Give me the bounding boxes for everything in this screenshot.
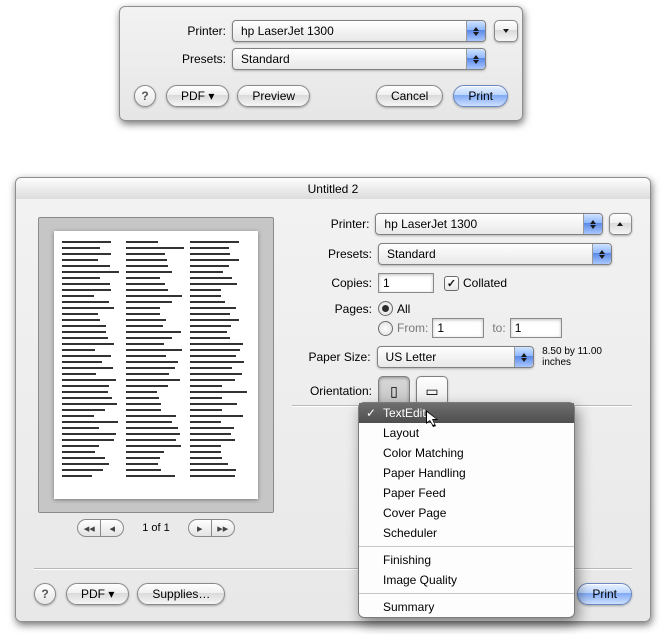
- chevron-down-icon: [503, 29, 509, 33]
- pager-first[interactable]: ◂◂: [77, 519, 101, 537]
- options-menu[interactable]: TextEdit Layout Color Matching Paper Han…: [358, 402, 575, 618]
- orientation-label: Orientation:: [292, 384, 378, 398]
- menu-item-color-matching[interactable]: Color Matching: [359, 443, 574, 463]
- pages-all-radio[interactable]: [378, 301, 393, 316]
- paper-size-value: US Letter: [386, 350, 437, 364]
- collated-checkbox[interactable]: ✓: [444, 276, 459, 291]
- printer-popup[interactable]: hp LaserJet 1300: [232, 20, 486, 42]
- popup-stepper-icon: [466, 49, 485, 69]
- pdf-button[interactable]: PDF ▾: [66, 583, 129, 605]
- presets-value: Standard: [387, 247, 436, 261]
- expand-button[interactable]: [494, 20, 518, 42]
- help-button[interactable]: ?: [34, 583, 56, 605]
- to-field[interactable]: [510, 318, 562, 338]
- popup-stepper-icon: [583, 214, 602, 234]
- presets-value: Standard: [241, 52, 290, 66]
- supplies-button[interactable]: Supplies…: [137, 583, 225, 605]
- preview-button[interactable]: Preview: [237, 85, 310, 107]
- print-button[interactable]: Print: [577, 583, 632, 605]
- pager-status: 1 of 1: [142, 522, 170, 534]
- copies-field[interactable]: [378, 273, 434, 293]
- menu-item-paper-handling[interactable]: Paper Handling: [359, 463, 574, 483]
- copies-label: Copies:: [292, 276, 378, 290]
- pages-all-label: All: [397, 302, 410, 316]
- from-field[interactable]: [432, 318, 484, 338]
- person-landscape-icon: ▭: [425, 383, 438, 400]
- print-button[interactable]: Print: [453, 85, 508, 107]
- help-button[interactable]: ?: [134, 85, 156, 107]
- popup-stepper-icon: [514, 347, 533, 367]
- pager-prev[interactable]: ◂: [101, 519, 124, 537]
- menu-item-finishing[interactable]: Finishing: [359, 550, 574, 570]
- pages-label: Pages:: [292, 302, 378, 316]
- from-label: From:: [397, 321, 428, 335]
- page-preview: [38, 217, 274, 513]
- menu-item-layout[interactable]: Layout: [359, 423, 574, 443]
- to-label: to:: [492, 321, 505, 335]
- menu-item-summary[interactable]: Summary: [359, 597, 574, 617]
- presets-label: Presets:: [292, 247, 378, 261]
- pages-range-radio[interactable]: [378, 321, 393, 336]
- pager-next[interactable]: ▸: [188, 519, 212, 537]
- popup-stepper-icon: [592, 244, 611, 264]
- printer-label: Printer:: [120, 24, 232, 38]
- presets-popup[interactable]: Standard: [232, 48, 486, 70]
- collated-label: Collated: [463, 276, 507, 290]
- menu-item-scheduler[interactable]: Scheduler: [359, 523, 574, 543]
- window-titlebar[interactable]: Untitled 2: [16, 178, 650, 200]
- presets-popup[interactable]: Standard: [378, 243, 612, 265]
- collapse-button[interactable]: [609, 213, 632, 235]
- person-portrait-icon: ▯: [390, 383, 398, 400]
- menu-separator: [359, 546, 574, 547]
- pdf-button[interactable]: PDF ▾: [166, 85, 229, 107]
- presets-label: Presets:: [120, 52, 232, 66]
- paper-size-label: Paper Size:: [292, 350, 377, 364]
- popup-stepper-icon: [466, 21, 485, 41]
- cancel-button[interactable]: Cancel: [376, 85, 443, 107]
- menu-item-paper-feed[interactable]: Paper Feed: [359, 483, 574, 503]
- chevron-up-icon: [617, 222, 623, 226]
- printer-popup[interactable]: hp LaserJet 1300: [375, 213, 602, 235]
- printer-value: hp LaserJet 1300: [241, 24, 334, 38]
- menu-item-image-quality[interactable]: Image Quality: [359, 570, 574, 590]
- paper-size-popup[interactable]: US Letter: [377, 346, 535, 368]
- menu-separator: [359, 593, 574, 594]
- printer-label: Printer:: [292, 217, 375, 231]
- window-title: Untitled 2: [308, 182, 359, 196]
- preview-pager: ◂◂ ◂ 1 of 1 ▸ ▸▸: [38, 519, 274, 537]
- printer-value: hp LaserJet 1300: [384, 217, 477, 231]
- pager-last[interactable]: ▸▸: [212, 519, 235, 537]
- menu-item-cover-page[interactable]: Cover Page: [359, 503, 574, 523]
- menu-item-textedit[interactable]: TextEdit: [359, 403, 574, 423]
- preview-page: [54, 231, 258, 499]
- paper-dims: 8.50 by 11.00 inches: [542, 346, 632, 368]
- print-dialog-compact: Printer: hp LaserJet 1300 Presets: Stand…: [119, 6, 523, 121]
